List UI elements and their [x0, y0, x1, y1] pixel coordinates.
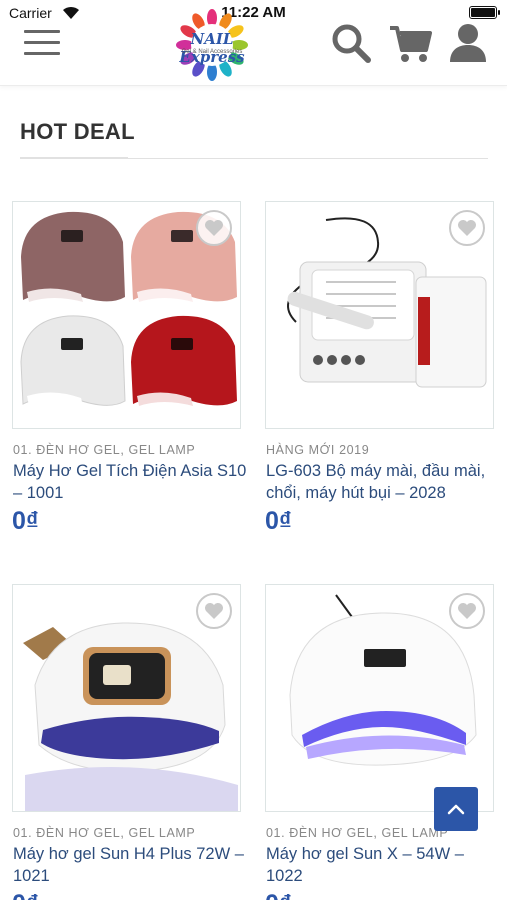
chevron-up-icon: [447, 804, 465, 815]
wishlist-heart-icon[interactable]: [449, 210, 485, 246]
wishlist-heart-icon[interactable]: [449, 593, 485, 629]
product-category[interactable]: 01. ĐÈN HƠ GEL, GEL LAMP: [13, 826, 195, 840]
menu-icon[interactable]: [24, 30, 60, 58]
product-price: 0₫: [265, 890, 292, 900]
logo-tagline: Gel & Nail Accessories: [181, 49, 243, 55]
product-category[interactable]: HÀNG MỚI 2019: [266, 443, 369, 457]
product-image[interactable]: [12, 584, 241, 812]
product-name[interactable]: Máy hơ gel Sun H4 Plus 72W – 1021: [13, 843, 249, 887]
product-image[interactable]: [265, 201, 494, 429]
back-to-top-button[interactable]: [434, 787, 478, 831]
product-name[interactable]: LG-603 Bộ máy mài, đầu mài, chổi, máy hú…: [266, 460, 502, 504]
product-name[interactable]: Máy Hơ Gel Tích Điện Asia S10 – 1001: [13, 460, 249, 504]
cart-icon[interactable]: [388, 22, 434, 64]
user-icon[interactable]: [448, 22, 488, 64]
wishlist-heart-icon[interactable]: [196, 210, 232, 246]
site-header: NAIL Express Gel & Nail Accessories: [0, 0, 507, 86]
product-price: 0₫: [12, 890, 39, 900]
search-icon[interactable]: [330, 22, 372, 64]
product-price: 0₫: [265, 507, 292, 535]
product-image[interactable]: [265, 584, 494, 812]
product-price: 0₫: [12, 507, 39, 535]
product-category[interactable]: 01. ĐÈN HƠ GEL, GEL LAMP: [266, 826, 448, 840]
logo-text: NAIL Express: [179, 30, 245, 66]
site-logo[interactable]: NAIL Express Gel & Nail Accessories: [174, 8, 250, 82]
product-name[interactable]: Máy hơ gel Sun X – 54W – 1022: [266, 843, 502, 887]
product-category[interactable]: 01. ĐÈN HƠ GEL, GEL LAMP: [13, 443, 195, 457]
section-title: HOT DEAL: [20, 119, 135, 144]
section-divider-accent: [20, 157, 128, 159]
product-image[interactable]: [12, 201, 241, 429]
wishlist-heart-icon[interactable]: [196, 593, 232, 629]
